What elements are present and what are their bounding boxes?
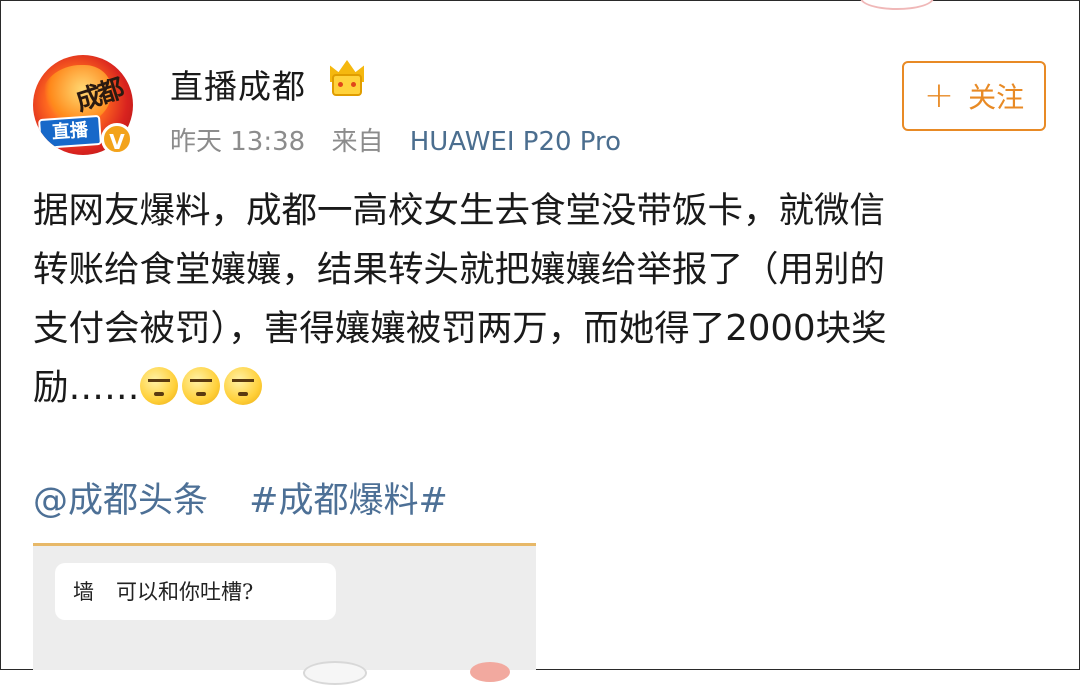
avatar-logo-tag: 直播 (38, 114, 102, 150)
follow-button-label: 关注 (968, 81, 1025, 114)
hashtag-link[interactable]: #成都爆料# (249, 481, 448, 521)
post-text-line: 励…… (33, 367, 140, 408)
avatar[interactable]: 成都 直播 V (33, 55, 133, 155)
post-device: HUAWEI P20 Pro (409, 127, 622, 157)
post-text-line: 转账给食堂孃孃，结果转头就把孃孃给举报了（用别的 (33, 249, 886, 290)
mention-link[interactable]: @成都头条 (33, 481, 208, 521)
partial-red-element (470, 662, 510, 682)
embedded-image-label: 墙 (73, 580, 94, 604)
post-body: 据网友爆料，成都一高校女生去食堂没带饭卡，就微信 转账给食堂孃孃，结果转头就把孃… (33, 181, 1033, 417)
embedded-image-top-line (33, 543, 536, 546)
post-links: @成都头条 #成都爆料# (33, 472, 478, 523)
embedded-image-prompt: 可以和你吐槽? (116, 580, 254, 604)
speechless-face-icon (139, 367, 178, 405)
embedded-image-text: 墙可以和你吐槽? (73, 576, 253, 606)
post-source-label: 来自 (331, 127, 384, 157)
post-meta: 昨天 13:38 来自 HUAWEI P20 Pro (170, 121, 621, 158)
crown-icon[interactable] (330, 60, 364, 98)
post-time: 昨天 13:38 (170, 127, 306, 157)
plus-icon: + (923, 75, 955, 116)
embedded-image[interactable]: 墙可以和你吐槽? (33, 543, 536, 685)
speechless-face-icon (223, 367, 262, 405)
follow-button[interactable]: + 关注 (902, 61, 1046, 131)
speechless-face-icon (181, 367, 220, 405)
verified-badge-icon: V (101, 123, 133, 155)
embedded-partial-shape (303, 661, 367, 685)
post-text-line: 支付会被罚），害得孃孃被罚两万，而她得了2000块奖 (33, 308, 887, 349)
post-text-line-last: 励…… (33, 358, 1033, 417)
post-text-line: 据网友爆料，成都一高校女生去食堂没带饭卡，就微信 (33, 190, 886, 231)
author-name[interactable]: 直播成都 (170, 60, 306, 108)
